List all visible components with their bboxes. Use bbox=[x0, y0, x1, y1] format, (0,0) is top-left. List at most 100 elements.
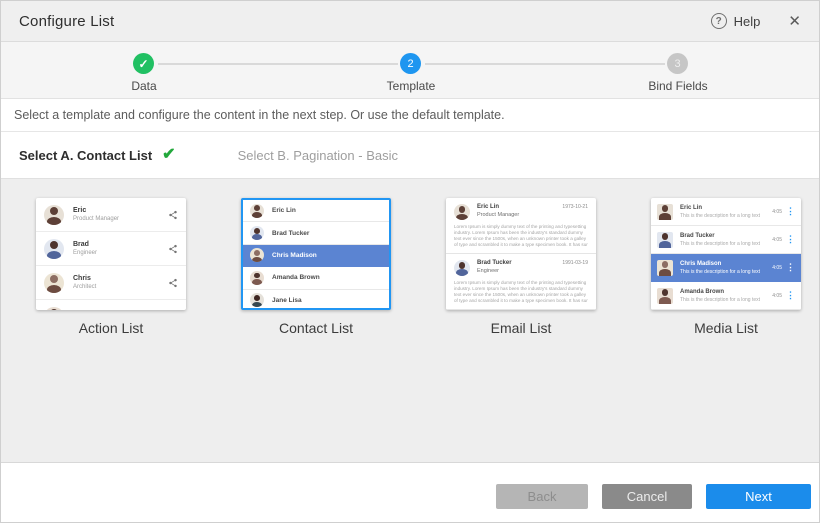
avatar bbox=[250, 248, 264, 262]
kebab-menu-icon: ⋮ bbox=[786, 291, 795, 300]
wizard-stepper: ✓ 2 3 Data Template Bind Fields bbox=[1, 42, 819, 99]
avatar bbox=[44, 239, 64, 259]
list-item: Brad Tucker This is the description for … bbox=[651, 226, 801, 254]
item-name: Jane Lisa bbox=[272, 297, 302, 304]
list-item: Eric Product Manager bbox=[36, 198, 186, 232]
item-role: Product Manager bbox=[477, 212, 519, 218]
share-icon bbox=[168, 278, 178, 288]
list-item: Brad Tucker bbox=[243, 222, 389, 244]
template-media-list: Eric Lin This is the description for a l… bbox=[651, 198, 801, 462]
template-action-list: Eric Product Manager Brad Engineer bbox=[36, 198, 186, 462]
step-bind-fields-label: Bind Fields bbox=[648, 79, 707, 93]
item-name: Chris Madison bbox=[272, 252, 317, 259]
item-description: This is the description for a long text bbox=[680, 213, 760, 219]
item-name: Amanda Brown bbox=[272, 274, 320, 281]
item-name: Eric Lin bbox=[477, 204, 519, 210]
item-body: Lorem Ipsum is simply dummy text of the … bbox=[454, 280, 588, 304]
step-bind-fields-circle[interactable]: 3 bbox=[667, 53, 688, 74]
template-gallery: Eric Product Manager Brad Engineer bbox=[1, 179, 819, 463]
help-button[interactable]: ? Help bbox=[711, 13, 761, 29]
item-role: Architect bbox=[73, 284, 96, 290]
step-data-label: Data bbox=[131, 79, 156, 93]
item-name: Amanda Brown bbox=[680, 289, 760, 295]
instruction-bar: Select a template and configure the cont… bbox=[1, 99, 819, 132]
list-item-selected: Chris Madison bbox=[243, 245, 389, 267]
item-name: Eric Lin bbox=[272, 207, 296, 214]
close-icon[interactable]: ✕ bbox=[788, 14, 801, 29]
stepper-connector bbox=[425, 63, 665, 65]
template-contact-list: Eric Lin Brad Tucker Chris Madison Amand… bbox=[241, 198, 391, 462]
next-button[interactable]: Next bbox=[706, 484, 811, 509]
list-item: Amanda Brown This is the description for… bbox=[651, 282, 801, 310]
dialog-footer: Back Cancel Next bbox=[1, 463, 819, 523]
page-title: Configure List bbox=[19, 13, 114, 30]
item-body: Lorem Ipsum is simply dummy text of the … bbox=[454, 224, 588, 248]
step-template-circle[interactable]: 2 bbox=[400, 53, 421, 74]
item-name: Chris bbox=[73, 275, 96, 282]
kebab-menu-icon: ⋮ bbox=[786, 207, 795, 216]
item-role: Engineer bbox=[73, 250, 97, 256]
item-time: 4:05 bbox=[772, 293, 782, 299]
item-description: This is the description for a long text bbox=[680, 297, 760, 303]
item-name: Eric bbox=[73, 207, 119, 214]
list-item: Chris Architect bbox=[36, 266, 186, 300]
avatar bbox=[454, 204, 470, 220]
item-name: Brad bbox=[73, 241, 97, 248]
list-item: Amanda bbox=[36, 300, 186, 310]
avatar bbox=[250, 204, 264, 218]
list-item: Eric Lin This is the description for a l… bbox=[651, 198, 801, 226]
avatar bbox=[250, 226, 264, 240]
item-date: 1973-10-21 bbox=[562, 204, 588, 220]
avatar bbox=[44, 307, 64, 311]
template-email-list: Eric Lin Product Manager 1973-10-21 Lore… bbox=[446, 198, 596, 462]
list-item: Amanda Brown bbox=[243, 267, 389, 289]
step-data-circle[interactable]: ✓ bbox=[133, 53, 154, 74]
cancel-button[interactable]: Cancel bbox=[602, 484, 692, 509]
select-a-contact-list[interactable]: Select A. Contact List bbox=[19, 148, 152, 163]
avatar bbox=[657, 260, 673, 276]
help-icon: ? bbox=[711, 13, 727, 29]
step-template-label: Template bbox=[387, 79, 436, 93]
list-item: Eric Lin bbox=[243, 200, 389, 222]
contact-list-card[interactable]: Eric Lin Brad Tucker Chris Madison Amand… bbox=[241, 198, 391, 310]
avatar bbox=[657, 232, 673, 248]
avatar bbox=[250, 293, 264, 307]
list-item: Brad Engineer bbox=[36, 232, 186, 266]
item-name: Brad Tucker bbox=[680, 233, 760, 239]
item-name: Eric Lin bbox=[680, 205, 760, 211]
avatar bbox=[44, 273, 64, 293]
selection-bar: Select A. Contact List ✔ Select B. Pagin… bbox=[1, 132, 819, 179]
dialog-header: Configure List ? Help ✕ bbox=[1, 1, 819, 42]
item-description: This is the description for a long text bbox=[680, 241, 760, 247]
back-button[interactable]: Back bbox=[496, 484, 588, 509]
kebab-menu-icon: ⋮ bbox=[786, 263, 795, 272]
avatar bbox=[657, 288, 673, 304]
select-b-pagination-basic[interactable]: Select B. Pagination - Basic bbox=[238, 148, 398, 163]
share-icon bbox=[168, 210, 178, 220]
item-description: This is the description for a long text bbox=[680, 269, 760, 275]
item-name: Brad Tucker bbox=[477, 260, 512, 266]
item-time: 4:05 bbox=[772, 237, 782, 243]
item-time: 4:05 bbox=[772, 209, 782, 215]
list-item: Jane Lisa bbox=[243, 290, 389, 310]
help-label: Help bbox=[734, 14, 761, 29]
media-list-card[interactable]: Eric Lin This is the description for a l… bbox=[651, 198, 801, 310]
card-label-action-list: Action List bbox=[36, 320, 186, 336]
card-label-email-list: Email List bbox=[446, 320, 596, 336]
email-list-card[interactable]: Eric Lin Product Manager 1973-10-21 Lore… bbox=[446, 198, 596, 310]
list-item: Eric Lin Product Manager 1973-10-21 Lore… bbox=[446, 198, 596, 254]
item-role: Product Manager bbox=[73, 216, 119, 222]
list-item: Brad Tucker Engineer 1991-03-19 Lorem Ip… bbox=[446, 254, 596, 310]
item-name: Chris Madison bbox=[680, 261, 760, 267]
configure-list-dialog: Configure List ? Help ✕ ✓ 2 3 Data Templ… bbox=[0, 0, 820, 523]
item-time: 4:05 bbox=[772, 265, 782, 271]
item-role: Engineer bbox=[477, 268, 512, 274]
card-label-contact-list: Contact List bbox=[241, 320, 391, 336]
avatar bbox=[44, 205, 64, 225]
avatar bbox=[454, 260, 470, 276]
action-list-card[interactable]: Eric Product Manager Brad Engineer bbox=[36, 198, 186, 310]
card-label-media-list: Media List bbox=[651, 320, 801, 336]
instruction-text: Select a template and configure the cont… bbox=[14, 108, 505, 122]
share-icon bbox=[168, 244, 178, 254]
item-name: Brad Tucker bbox=[272, 230, 309, 237]
